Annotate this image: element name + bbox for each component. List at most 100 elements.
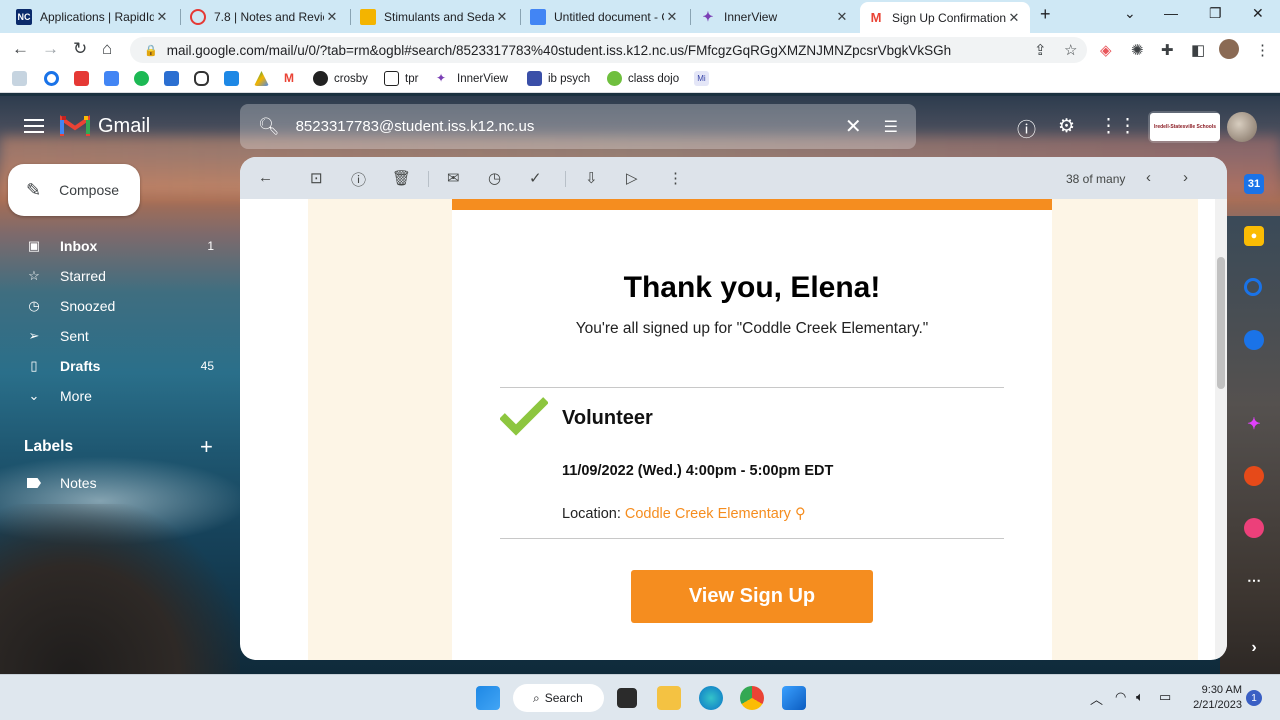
volume-icon[interactable]: 🔈︎ [1136,689,1144,705]
sidebar-item-inbox[interactable]: ▣ Inbox 1 [0,231,232,261]
tab-notes-review[interactable]: 7.8 | Notes and Review ✕ [182,2,348,31]
label-icon[interactable]: ▷ [626,169,638,187]
menu-dots-icon[interactable]: ⋮ [1255,41,1270,59]
scrollbar-thumb[interactable] [1217,257,1225,389]
bookmark-class-dojo[interactable]: class dojo [607,71,679,86]
tasks-icon[interactable] [1244,278,1262,296]
tab-applications[interactable]: NC Applications | RapidId ✕ [8,2,178,31]
bookmark-crosby[interactable]: crosby [313,71,368,86]
contacts-icon[interactable] [1244,330,1264,350]
view-sign-up-button[interactable]: View Sign Up [631,570,873,623]
location-link[interactable]: Coddle Creek Elementary [625,506,791,522]
search-icon[interactable]: 🔍︎ [258,117,280,137]
shield-icon[interactable] [194,71,209,86]
expand-panel-icon[interactable]: › [1244,638,1264,658]
sidebar-item-drafts[interactable]: ▯ Drafts 45 [0,351,232,381]
keep-icon[interactable]: ● [1244,226,1264,246]
avatar[interactable] [1227,112,1257,142]
notification-badge[interactable]: 1 [1246,690,1262,706]
close-tab-icon[interactable]: ✕ [664,9,680,25]
back-icon[interactable]: ← [12,40,29,58]
bookmark-icon[interactable] [44,71,59,86]
photos-icon[interactable] [782,686,806,710]
settings-gear-icon[interactable]: ⚙ [1058,115,1075,138]
close-window-icon[interactable]: ✕ [1252,5,1264,22]
system-clock[interactable]: 9:30 AM 2/21/2023 [1186,683,1242,713]
taskbar-search[interactable]: ⌕ Search [513,684,604,712]
search-input[interactable]: 8523317783@student.iss.k12.nc.us [296,118,845,135]
close-tab-icon[interactable]: ✕ [154,9,170,25]
addon-icon[interactable] [1244,466,1264,486]
mark-unread-icon[interactable]: ✉ [447,169,460,187]
home-icon[interactable]: ⌂ [102,40,112,58]
close-tab-icon[interactable]: ✕ [494,9,510,25]
back-arrow-icon[interactable]: ← [258,169,273,186]
minimize-icon[interactable]: — [1164,5,1178,21]
puzzle-icon[interactable]: ✚ [1161,41,1174,59]
close-tab-icon[interactable]: ✕ [324,9,340,25]
bookmark-ib-psych[interactable]: ib psych [527,71,590,86]
snooze-icon[interactable]: ◷ [488,169,501,187]
sidebar-item-snoozed[interactable]: ◷ Snoozed [0,291,232,321]
drive-icon[interactable] [254,71,269,86]
add-task-icon[interactable]: ✓ [529,169,542,187]
help-icon[interactable]: ⓘ [1017,115,1036,142]
chrome-icon[interactable] [740,686,764,710]
addon-icon[interactable]: ✦ [1244,414,1264,434]
side-panel-icon[interactable]: ◧ [1191,41,1205,59]
task-view-icon[interactable] [617,688,637,708]
start-icon[interactable] [476,686,500,710]
archive-icon[interactable]: ⊡ [310,169,323,187]
search-bar[interactable]: 🔍︎ 8523317783@student.iss.k12.nc.us ✕ ☰ [240,104,916,149]
newer-chevron-icon[interactable]: ‹ [1146,169,1151,186]
extension-icon[interactable]: ✺ [1131,41,1144,59]
bookmark-icon[interactable] [74,71,89,86]
tab-stimulants[interactable]: Stimulants and Sedatives ✕ [352,2,518,31]
tray-chevron-icon[interactable]: ︿ [1090,689,1103,708]
tab-sign-up-confirmation[interactable]: M Sign Up Confirmation ✕ [860,2,1030,33]
wifi-icon[interactable]: ◠ [1115,689,1126,705]
compose-button[interactable]: ✎ Compose [8,164,140,216]
new-tab-button[interactable]: + [1040,4,1051,25]
move-to-icon[interactable]: ⇩ [585,169,598,187]
sidebar-item-starred[interactable]: ☆ Starred [0,261,232,291]
close-tab-icon[interactable]: ✕ [1006,10,1022,26]
gmail-icon[interactable]: M [284,71,299,86]
main-menu-icon[interactable] [24,119,44,133]
bookmark-innerview[interactable]: ✦ InnerView [436,71,508,86]
bookmark-icon[interactable] [104,71,119,86]
forward-icon[interactable]: → [42,40,59,58]
battery-icon[interactable]: ▭ [1159,689,1171,705]
add-label-icon[interactable]: + [200,434,213,460]
more-options-icon[interactable]: ⋮ [668,169,683,187]
spotify-icon[interactable] [134,71,149,86]
restore-icon[interactable]: ❐ [1209,5,1222,22]
bookmark-icon[interactable] [164,71,179,86]
report-spam-icon[interactable]: ⓘ [351,169,366,190]
clear-search-icon[interactable]: ✕ [845,114,862,139]
extension-icon[interactable]: ◈ [1100,41,1112,59]
delete-icon[interactable]: 🗑︎ [392,169,411,187]
older-chevron-icon[interactable]: › [1183,169,1188,186]
search-options-icon[interactable]: ☰ [884,117,898,137]
more-addons-icon[interactable]: ⋯ [1244,570,1264,590]
reload-icon[interactable]: ↻ [73,40,87,58]
file-explorer-icon[interactable] [657,686,681,710]
tab-search-icon[interactable]: ⌄ [1124,5,1136,22]
bookmark-tpr[interactable]: tpr [384,71,418,86]
profile-avatar[interactable] [1219,39,1239,59]
edge-icon[interactable] [699,686,723,710]
sidebar-item-more[interactable]: ⌄ More [0,381,232,411]
share-icon[interactable]: ⇪ [1034,41,1047,59]
close-tab-icon[interactable]: ✕ [834,9,850,25]
label-item-notes[interactable]: Notes [0,468,232,498]
bookmark-icon[interactable] [12,71,27,86]
bookmark-icon[interactable]: Mi [694,71,709,86]
bookmark-star-icon[interactable]: ☆ [1064,41,1077,59]
sidebar-item-sent[interactable]: ➢ Sent [0,321,232,351]
addon-icon[interactable] [1244,518,1264,538]
bookmark-icon[interactable] [224,71,239,86]
tab-innerview[interactable]: ✦ InnerView ✕ [692,2,858,31]
apps-grid-icon[interactable]: ⋮⋮ [1099,115,1137,138]
address-bar[interactable]: 🔒 mail.google.com/mail/u/0/?tab=rm&ogbl#… [130,37,1087,63]
